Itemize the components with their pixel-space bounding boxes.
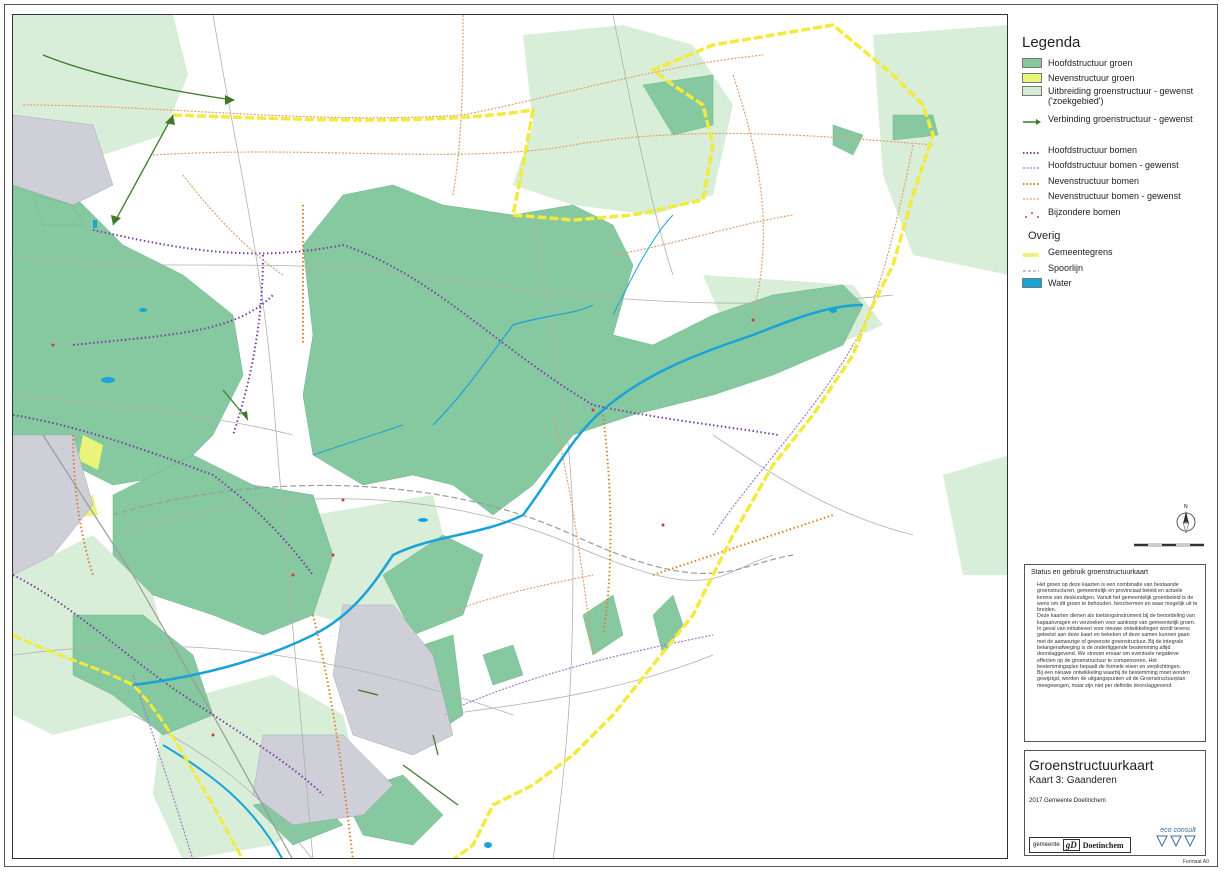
- legend-item-label: Uitbreiding groenstructuur - gewenst ('z…: [1048, 86, 1194, 106]
- legend-item: Bijzondere bomen: [1022, 204, 1212, 220]
- logo-prefix: gemeente: [1033, 842, 1060, 848]
- legend-item-label: Spoorlijn: [1048, 262, 1084, 273]
- map-year: 2017 Gemeente Doetinchem: [1029, 798, 1106, 804]
- legend-line-swatch: [1022, 145, 1042, 155]
- gemeente-logo: gemeente gD Doetinchem: [1029, 837, 1131, 853]
- scale-bar: [1134, 543, 1204, 547]
- overig-items: Gemeentegrens Spoorlijn Water: [1016, 245, 1212, 292]
- legend-item-label: Gemeentegrens: [1048, 247, 1113, 258]
- legend-item: Spoorlijn: [1022, 260, 1212, 276]
- legend-item-label: Nevenstructuur groen: [1048, 73, 1135, 84]
- legend-item-label: Nevenstructuur bomen - gewenst: [1048, 191, 1181, 202]
- legend-item-label: Verbinding groenstructuur - gewenst: [1048, 114, 1193, 124]
- legend-swatch: [1022, 278, 1042, 289]
- legend-item: Hoofdstructuur groen: [1022, 55, 1212, 71]
- legend-line-swatch: [1022, 207, 1042, 218]
- eco-logo-icon: [1156, 835, 1196, 848]
- legend-item-label: Water: [1048, 278, 1072, 289]
- legend-line-swatch: [1022, 191, 1042, 201]
- arrow-icon: [1022, 114, 1042, 125]
- logo-name: Doetinchem: [1082, 840, 1124, 850]
- legend-line-swatch: [1022, 176, 1042, 186]
- status-title: Status en gebruik groenstructuurkaart: [1031, 569, 1149, 576]
- legend-item-label: Bijzondere bomen: [1048, 206, 1121, 217]
- legend-swatch: [1022, 73, 1042, 84]
- eco-logo-text: eco consult: [1160, 827, 1196, 834]
- legend-item: Uitbreiding groenstructuur - gewenst ('z…: [1022, 86, 1212, 114]
- legend-item-label: Hoofdstructuur bomen - gewenst: [1048, 160, 1179, 171]
- overig-title: Overig: [1028, 229, 1061, 242]
- map-canvas: [13, 15, 1007, 858]
- status-box: Status en gebruik groenstructuurkaart He…: [1024, 564, 1206, 742]
- legend-item: Hoofdstructuur bomen: [1022, 142, 1212, 158]
- logo-mark: gD: [1062, 839, 1080, 851]
- status-paragraph: Het groen op deze kaarten is een combina…: [1037, 582, 1198, 614]
- legend: Legenda Hoofdstructuur groen Nevenstructu…: [1016, 34, 1212, 291]
- legend-item-label: Hoofdstructuur bomen: [1048, 144, 1138, 155]
- legend-line-swatch: [1022, 263, 1042, 273]
- legend-line-swatch: [1022, 247, 1042, 258]
- legend-swatch: [1022, 86, 1042, 96]
- legend-item: Nevenstructuur bomen: [1022, 173, 1212, 189]
- legend-item: Gemeentegrens: [1022, 245, 1212, 261]
- compass-label: N: [1184, 504, 1188, 510]
- format-label: Formaat A0: [1183, 859, 1209, 865]
- legend-item: Nevenstructuur bomen - gewenst: [1022, 189, 1212, 205]
- north-arrow-icon: N: [1176, 504, 1196, 534]
- legend-item: Hoofdstructuur bomen - gewenst: [1022, 158, 1212, 174]
- legend-line-swatch: [1022, 160, 1042, 170]
- side-panel: Legenda Hoofdstructuur groen Nevenstructu…: [1016, 14, 1212, 859]
- title-block: Groenstructuurkaart Kaart 3: Gaanderen 2…: [1024, 750, 1206, 856]
- eco-consult-logo: eco consult: [1153, 827, 1203, 853]
- legend-item-label: Nevenstructuur bomen: [1048, 175, 1140, 186]
- legend-item: Nevenstructuur groen: [1022, 71, 1212, 87]
- status-body: Het groen op deze kaarten is een combina…: [1037, 582, 1199, 689]
- status-paragraph: In geval van initiatieven voor nieuwe on…: [1037, 626, 1190, 670]
- legend-item-label: Hoofdstructuur groen: [1048, 57, 1133, 68]
- legend-title: Legenda: [1022, 34, 1081, 51]
- status-paragraph: Deze kaarten dienen als toetsingsinstrum…: [1037, 613, 1196, 626]
- map-panel[interactable]: [12, 14, 1008, 859]
- legend-item: Water: [1022, 276, 1212, 292]
- map-title: Groenstructuurkaart: [1029, 757, 1154, 773]
- legend-swatch: [1022, 57, 1042, 68]
- status-paragraph: Bij een nieuwe ontwikkeling waarbij de b…: [1037, 670, 1190, 689]
- legend-item: Verbinding groenstructuur - gewenst: [1022, 114, 1212, 142]
- map-subtitle: Kaart 3: Gaanderen: [1029, 775, 1117, 786]
- legend-items: Hoofdstructuur groen Nevenstructuur groen…: [1016, 55, 1212, 220]
